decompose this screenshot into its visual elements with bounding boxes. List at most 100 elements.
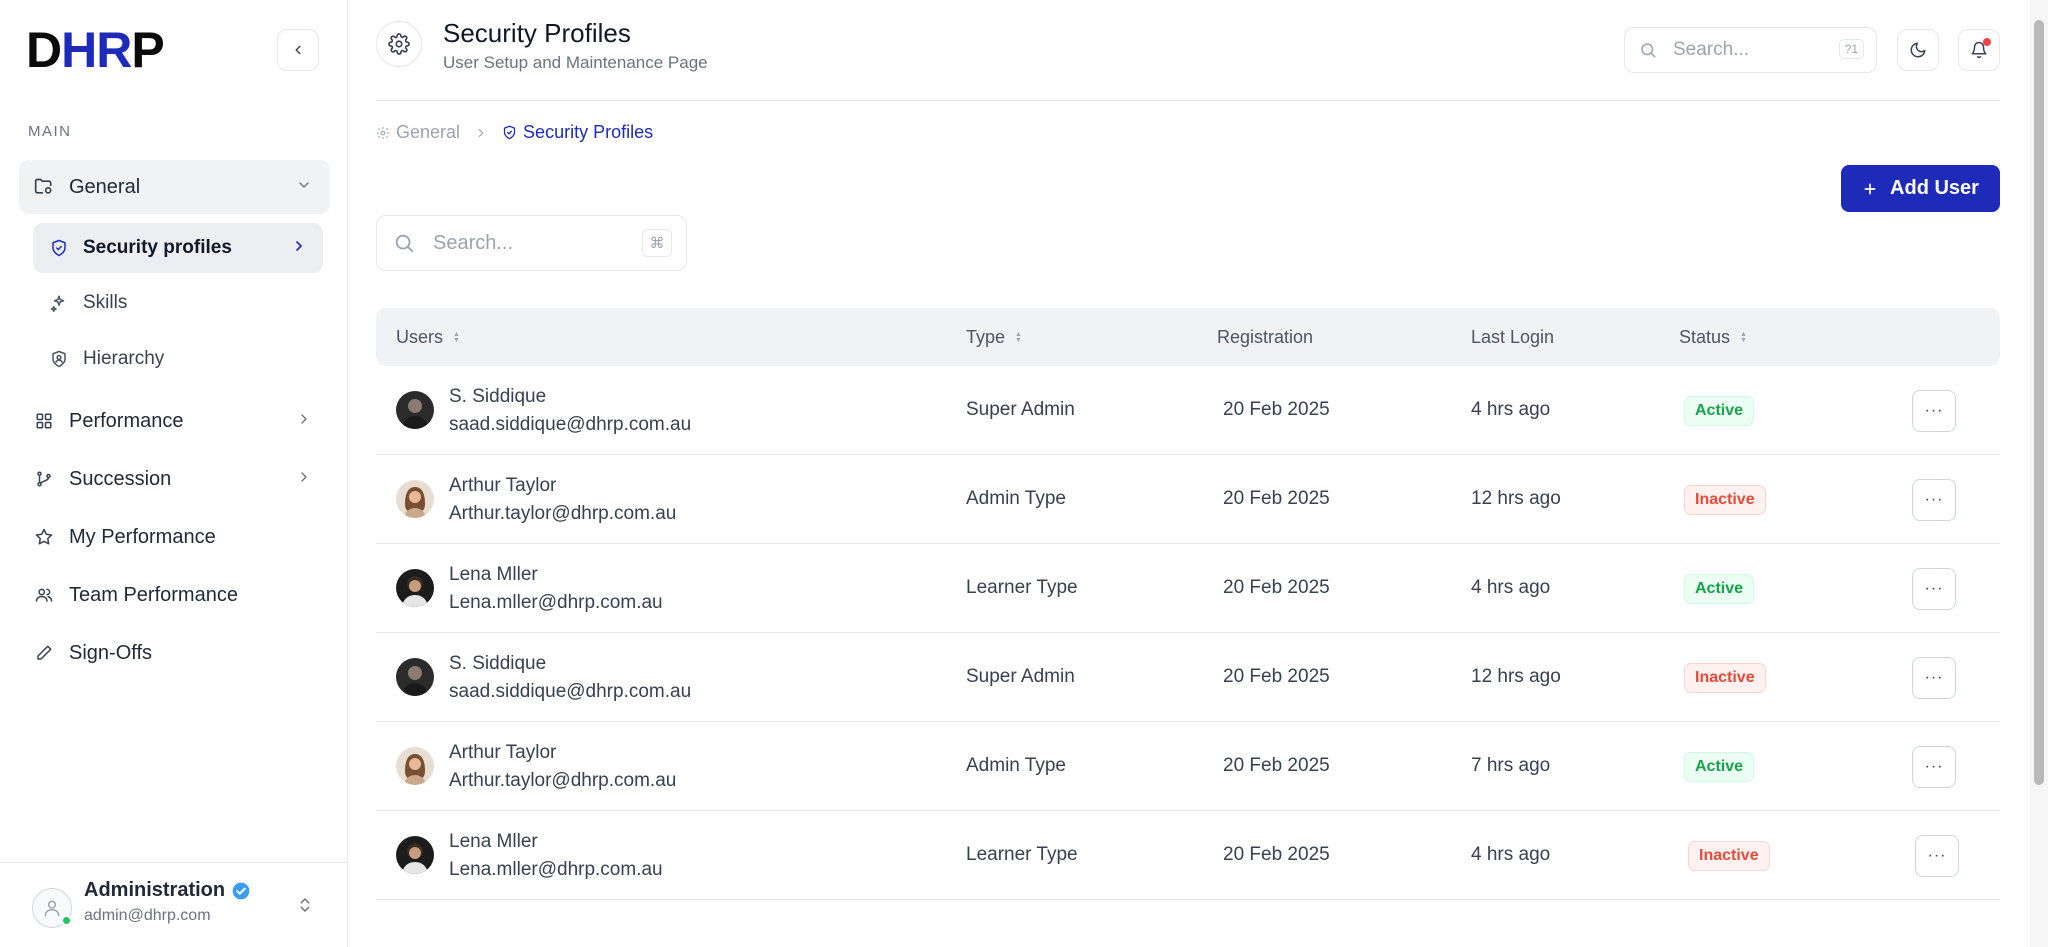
registration-date: 20 Feb 2025 — [1223, 488, 1330, 509]
sidebar-item-performance[interactable]: Performance — [19, 394, 330, 448]
global-search-placeholder: Search... — [1673, 39, 1750, 60]
shield-user-icon — [49, 349, 69, 369]
user-name: Lena Mller — [449, 831, 538, 852]
section-label-main: MAIN — [28, 123, 72, 140]
sidebar-item-hierarchy[interactable]: Hierarchy — [33, 334, 323, 384]
row-actions-button[interactable]: ··· — [1912, 746, 1956, 788]
sidebar-item-team-performance[interactable]: Team Performance — [19, 568, 330, 622]
sidebar-item-general[interactable]: General — [19, 160, 330, 214]
column-label: Type — [966, 327, 1006, 347]
status-badge: Active — [1684, 396, 1755, 426]
last-login: 4 hrs ago — [1471, 844, 1551, 865]
folder-settings-icon — [33, 176, 55, 198]
sort-icon: ▲ ▼ — [453, 330, 460, 344]
chevron-right-icon — [474, 126, 488, 140]
chevron-right-icon — [301, 472, 307, 482]
user-type: Super Admin — [966, 666, 1075, 687]
last-login: 7 hrs ago — [1471, 755, 1551, 776]
online-status-dot — [61, 915, 72, 926]
row-actions-button[interactable]: ··· — [1912, 390, 1956, 432]
user-email: Arthur.taylor@dhrp.com.au — [449, 503, 677, 524]
status-badge: Active — [1684, 574, 1755, 604]
plus-icon — [1864, 183, 1876, 194]
add-user-button[interactable]: Add User — [1841, 165, 2000, 212]
git-branch-icon — [33, 468, 55, 490]
chevron-right-icon — [301, 414, 307, 424]
column-header-registration: Registration — [1217, 327, 1313, 348]
row-actions-button[interactable]: ··· — [1912, 479, 1956, 521]
command-key-hint: ⌘ — [642, 229, 672, 257]
chevron-down-icon — [299, 182, 309, 188]
sidebar-item-my-performance[interactable]: My Performance — [19, 510, 330, 564]
moon-icon — [1910, 42, 1926, 58]
table-row[interactable]: S. Siddique saad.siddique@dhrp.com.au Su… — [376, 633, 2000, 722]
sidebar-item-security-profiles[interactable]: Security profiles — [33, 223, 323, 273]
gear-icon — [388, 33, 410, 55]
last-login: 12 hrs ago — [1471, 488, 1561, 509]
sidebar-item-sign-offs[interactable]: Sign-Offs — [19, 626, 330, 680]
sidebar-item-skills[interactable]: Skills — [33, 278, 323, 328]
table-row[interactable]: Arthur Taylor Arthur.taylor@dhrp.com.au … — [376, 722, 2000, 811]
user-type: Learner Type — [966, 844, 1078, 865]
registration-date: 20 Feb 2025 — [1223, 577, 1330, 598]
collapse-sidebar-button[interactable] — [277, 29, 319, 71]
registration-date: 20 Feb 2025 — [1223, 844, 1330, 865]
row-actions-button[interactable]: ··· — [1912, 657, 1956, 699]
table-row[interactable]: S. Siddique saad.siddique@dhrp.com.au Su… — [376, 366, 2000, 455]
breadcrumb-item-general[interactable]: General — [376, 122, 460, 143]
gear-icon — [377, 126, 389, 139]
breadcrumb-label: Security Profiles — [523, 122, 654, 142]
grid-icon — [33, 410, 55, 432]
user-email: Lena.mller@dhrp.com.au — [449, 592, 663, 613]
registration-date: 20 Feb 2025 — [1223, 666, 1330, 687]
user-name: S. Siddique — [449, 386, 547, 407]
sort-icon: ▲ ▼ — [1740, 330, 1747, 344]
status-badge: Inactive — [1684, 485, 1766, 515]
theme-toggle-button[interactable] — [1897, 29, 1939, 71]
table-search-input[interactable]: Search... ⌘ — [376, 215, 687, 271]
admin-email: admin@dhrp.com — [84, 907, 211, 924]
sidebar-item-label: General — [69, 175, 141, 198]
app-logo[interactable]: DHRP — [26, 22, 165, 78]
user-email: saad.siddique@dhrp.com.au — [449, 681, 692, 702]
breadcrumb-label: General — [396, 122, 461, 142]
users-icon — [33, 584, 55, 606]
row-actions-button[interactable]: ··· — [1912, 568, 1956, 610]
table-row[interactable]: Arthur Taylor Arthur.taylor@dhrp.com.au … — [376, 455, 2000, 544]
skills-sparkle-icon — [49, 293, 69, 313]
user-avatar — [396, 480, 434, 518]
column-header-users[interactable]: Users ▲ ▼ — [396, 327, 460, 348]
search-icon — [393, 232, 415, 254]
table-row[interactable]: Lena Mller Lena.mller@dhrp.com.au Learne… — [376, 811, 2000, 900]
status-badge: Inactive — [1688, 841, 1770, 871]
user-name: Lena Mller — [449, 564, 538, 585]
breadcrumb: General Security Profiles — [376, 122, 653, 143]
breadcrumb-item-security-profiles[interactable]: Security Profiles — [502, 122, 653, 143]
user-type: Learner Type — [966, 577, 1078, 598]
logo-part-hr: HR — [61, 22, 132, 78]
chevron-left-icon — [295, 45, 301, 55]
sidebar-item-label: Team Performance — [69, 583, 238, 606]
column-header-status[interactable]: Status ▲ ▼ — [1679, 327, 1747, 348]
chevrons-up-down-icon[interactable] — [296, 894, 314, 916]
column-header-type[interactable]: Type ▲ ▼ — [966, 327, 1022, 348]
user-type: Admin Type — [966, 488, 1066, 509]
table-header: Users ▲ ▼ Type ▲ ▼ Registration Last Login… — [376, 308, 2000, 366]
sidebar-item-label: Sign-Offs — [69, 641, 152, 664]
user-avatar — [396, 391, 434, 429]
sidebar-item-label: Succession — [69, 467, 172, 490]
sidebar: DHRP MAIN General Security profiles Skil… — [0, 0, 348, 947]
sidebar-item-label: Hierarchy — [83, 348, 165, 369]
user-icon — [44, 900, 60, 917]
notification-dot — [1983, 38, 1991, 46]
global-search-input[interactable]: Search... ?1 — [1624, 27, 1877, 73]
scrollbar-thumb[interactable] — [2034, 20, 2044, 785]
notifications-button[interactable] — [1958, 29, 2000, 71]
table-row[interactable]: Lena Mller Lena.mller@dhrp.com.au Learne… — [376, 544, 2000, 633]
page-subtitle: User Setup and Maintenance Page — [443, 53, 708, 72]
sidebar-item-succession[interactable]: Succession — [19, 452, 330, 506]
verified-badge-icon — [232, 882, 250, 899]
user-avatar — [396, 747, 434, 785]
row-actions-button[interactable]: ··· — [1915, 835, 1959, 877]
user-name: S. Siddique — [449, 653, 547, 674]
